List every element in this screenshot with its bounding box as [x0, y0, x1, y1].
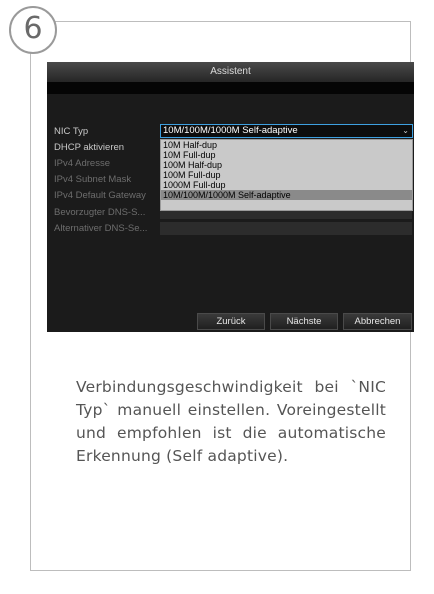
dvr-screenshot: Assistent NIC Typ 10M/100M/1000M Self-ad…: [47, 62, 414, 332]
ipv4-gateway-label: IPv4 Default Gateway: [54, 190, 146, 201]
dropdown-option[interactable]: 10M Full-dup: [161, 150, 412, 160]
ipv4-subnet-label: IPv4 Subnet Mask: [54, 174, 132, 185]
nic-type-dropdown: 10M Half-dup 10M Full-dup 100M Half-dup …: [160, 139, 413, 211]
back-button[interactable]: Zurück: [197, 313, 265, 330]
dropdown-option[interactable]: 10M Half-dup: [161, 140, 412, 150]
chevron-down-icon: ⌄: [402, 126, 409, 135]
instruction-caption: Verbindungsgeschwindigkeit bei `NIC Typ`…: [76, 378, 386, 465]
preferred-dns-label: Bevorzugter DNS-S...: [54, 207, 146, 218]
dropdown-option-selected[interactable]: 10M/100M/1000M Self-adaptive: [161, 190, 412, 200]
title-separator: [47, 82, 414, 94]
dhcp-label: DHCP aktivieren: [54, 142, 125, 153]
dropdown-option[interactable]: 100M Full-dup: [161, 170, 412, 180]
alternative-dns-label: Alternativer DNS-Se...: [54, 223, 148, 234]
alternative-dns-row: Alternativer DNS-Se...: [47, 221, 414, 236]
nic-type-label: NIC Typ: [54, 126, 89, 137]
cancel-button[interactable]: Abbrechen: [343, 313, 412, 330]
alternative-dns-field[interactable]: [160, 222, 412, 235]
next-button[interactable]: Nächste: [270, 313, 338, 330]
step-number-badge: 6: [9, 6, 57, 54]
dialog-title: Assistent: [47, 62, 414, 82]
ipv4-address-label: IPv4 Adresse: [54, 158, 110, 169]
dropdown-option[interactable]: 1000M Full-dup: [161, 180, 412, 190]
nic-type-select[interactable]: 10M/100M/1000M Self-adaptive ⌄: [160, 124, 413, 138]
dropdown-option[interactable]: 100M Half-dup: [161, 160, 412, 170]
nic-type-value: 10M/100M/1000M Self-adaptive: [163, 125, 298, 136]
